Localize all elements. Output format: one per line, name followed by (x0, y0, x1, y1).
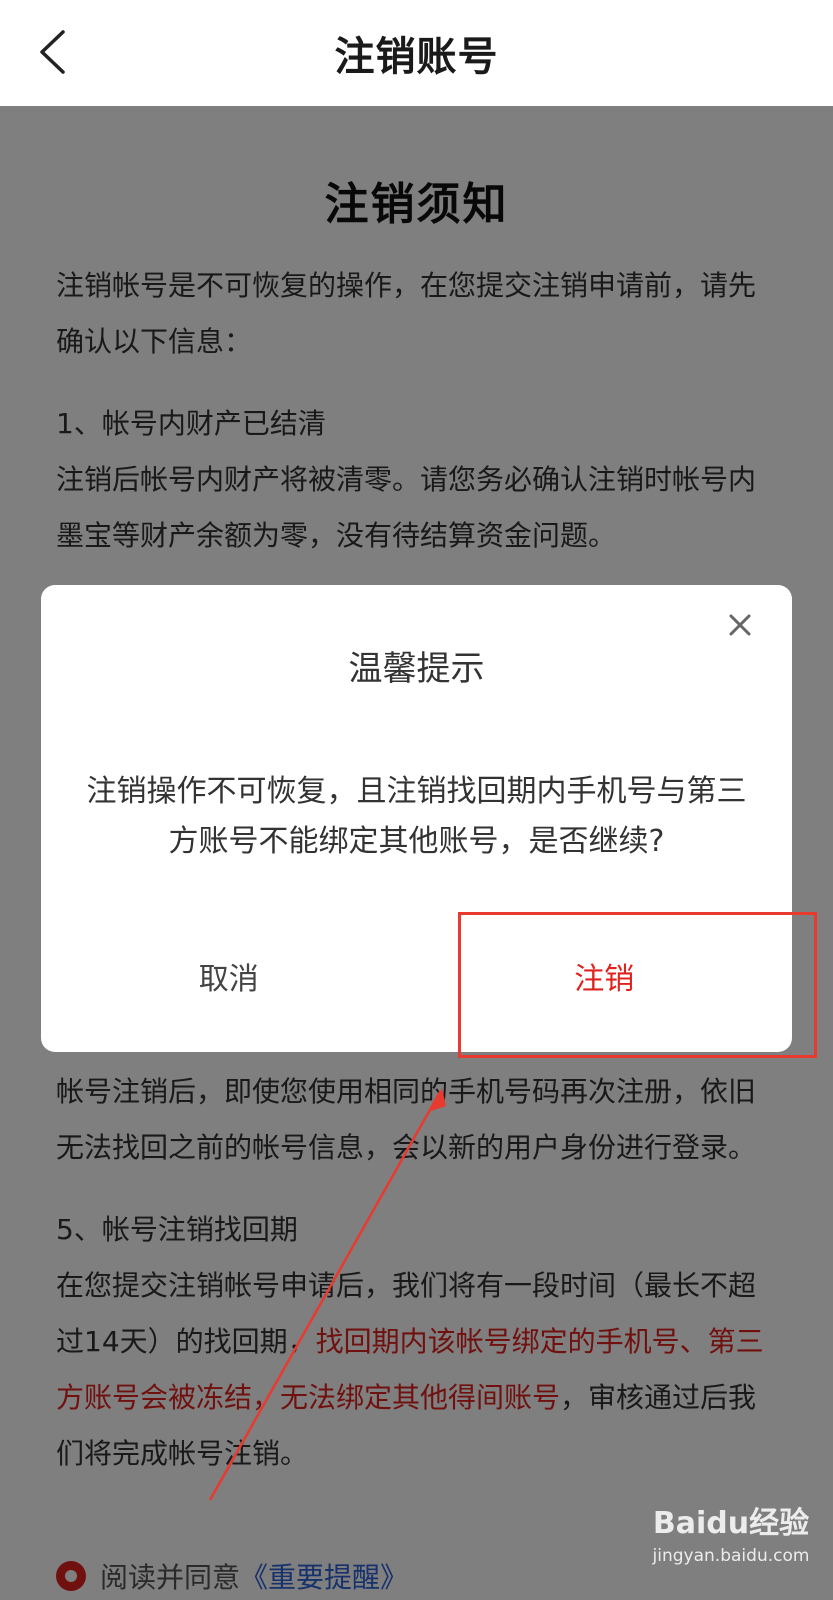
watermark-url: jingyan.baidu.com (652, 1546, 810, 1566)
watermark-logo-text: Baidu经验 (652, 1506, 810, 1541)
dialog-title: 温馨提示 (348, 649, 485, 689)
chevron-left-icon (40, 30, 65, 74)
cancel-button[interactable]: 取消 (41, 920, 417, 1052)
confirm-deactivate-button[interactable]: 注销 (417, 920, 793, 1052)
warning-dialog: 温馨提示 注销操作不可恢复，且注销找回期内手机号与第三方账号不能绑定其他账号，是… (41, 585, 792, 1052)
baidu-jingyan-watermark: Baidu经验 jingyan.baidu.com (651, 1504, 811, 1588)
page-title: 注销账号 (334, 34, 499, 80)
close-icon (729, 614, 751, 636)
back-button[interactable] (22, 22, 82, 82)
dialog-actions: 取消 注销 (41, 920, 792, 1052)
dialog-message: 注销操作不可恢复，且注销找回期内手机号与第三方账号不能绑定其他账号，是否继续? (86, 774, 747, 859)
top-bar: 注销账号 (0, 0, 833, 106)
dialog-close-button[interactable] (720, 605, 760, 645)
